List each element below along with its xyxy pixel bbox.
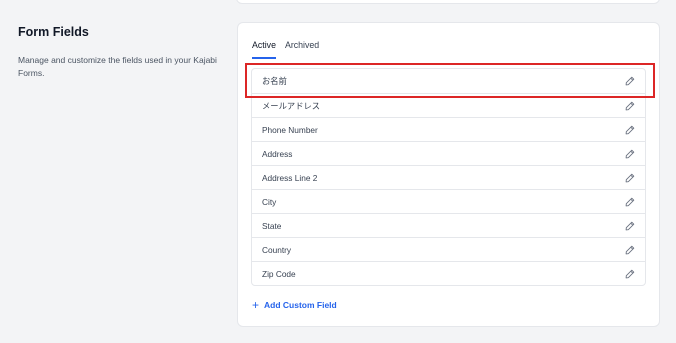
pencil-icon[interactable] [625, 245, 635, 255]
field-label: Address [262, 148, 293, 159]
pencil-icon[interactable] [625, 76, 635, 86]
field-label: Zip Code [262, 268, 296, 279]
add-custom-field-button[interactable]: + Add Custom Field [252, 298, 337, 312]
section-info: Form Fields Manage and customize the fie… [18, 24, 218, 80]
pencil-icon[interactable] [625, 149, 635, 159]
field-row-zip-code[interactable]: Zip Code [252, 261, 645, 285]
add-custom-field-label: Add Custom Field [264, 300, 337, 310]
pencil-icon[interactable] [625, 173, 635, 183]
field-row-address[interactable]: Address [252, 141, 645, 165]
tabs: Active Archived [252, 40, 319, 59]
form-fields-card: Active Archived お名前 メールアドレス Phone Number [237, 22, 660, 327]
field-label: Address Line 2 [262, 172, 318, 183]
field-label: Phone Number [262, 124, 318, 135]
field-row-city[interactable]: City [252, 189, 645, 213]
field-row-phone-number[interactable]: Phone Number [252, 117, 645, 141]
field-row-address-line-2[interactable]: Address Line 2 [252, 165, 645, 189]
field-row-email[interactable]: メールアドレス [252, 93, 645, 117]
pencil-icon[interactable] [625, 197, 635, 207]
plus-icon: + [252, 298, 260, 312]
pencil-icon[interactable] [625, 125, 635, 135]
field-label: メールアドレス [262, 100, 321, 111]
pencil-icon[interactable] [625, 101, 635, 111]
tab-active[interactable]: Active [252, 40, 276, 59]
field-label: State [262, 220, 282, 231]
field-row-country[interactable]: Country [252, 237, 645, 261]
form-fields-settings: Form Fields Manage and customize the fie… [0, 0, 676, 343]
pencil-icon[interactable] [625, 269, 635, 279]
section-title: Form Fields [18, 25, 89, 39]
field-label: City [262, 196, 277, 207]
previous-card [236, 0, 660, 4]
section-description: Manage and customize the fields used in … [18, 55, 217, 78]
pencil-icon[interactable] [625, 221, 635, 231]
field-row-state[interactable]: State [252, 213, 645, 237]
field-list: お名前 メールアドレス Phone Number Address Address… [251, 68, 646, 286]
field-label: お名前 [262, 76, 287, 86]
tab-archived[interactable]: Archived [285, 40, 319, 59]
field-label: Country [262, 244, 292, 255]
field-row-name[interactable]: お名前 [252, 69, 645, 93]
